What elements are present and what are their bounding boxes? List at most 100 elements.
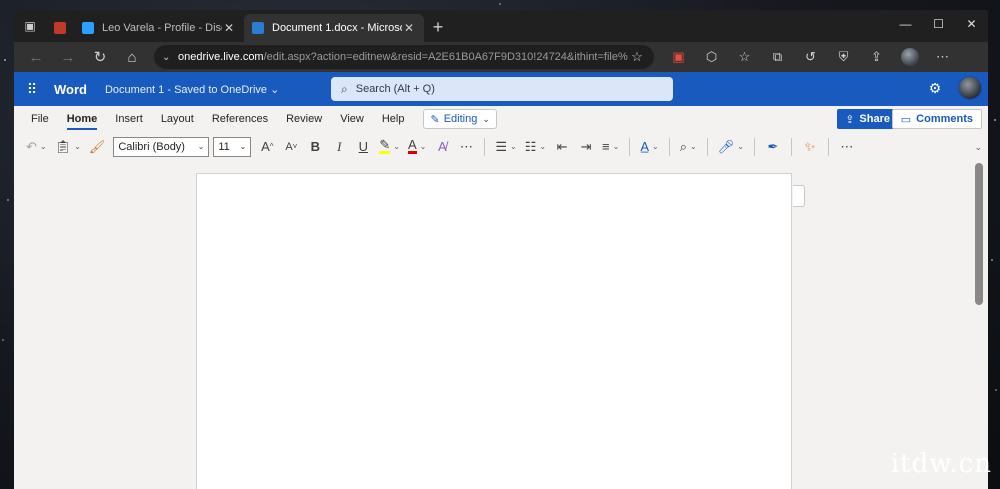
grow-font-icon[interactable]: A ^ — [255, 135, 279, 159]
more-font-options-icon[interactable]: ⋯ — [454, 135, 478, 159]
tab-view[interactable]: View — [331, 106, 373, 132]
chevron-down-icon: ⌄ — [482, 113, 490, 124]
add-favorite-icon[interactable]: ☆ — [628, 49, 646, 65]
editing-label: Editing — [443, 113, 478, 125]
share-page-icon[interactable]: ⇪ — [860, 44, 893, 70]
highlight-icon[interactable]: ✎ ⌄ — [375, 135, 404, 159]
minimize-button[interactable]: — — [889, 10, 922, 38]
window-controls: — ☐ ✕ — [889, 10, 988, 38]
pencil-icon: ✎ — [430, 113, 440, 126]
comments-label: Comments — [916, 113, 973, 125]
url-path: /edit.aspx?action=editnew&resid=A2E61B0A… — [263, 51, 628, 63]
extensions-icon[interactable]: ⬡ — [695, 44, 728, 70]
tab-disqus[interactable]: Leo Varela - Profile - Disqus ✕ — [74, 14, 244, 42]
vertical-scrollbar[interactable] — [972, 159, 986, 489]
font-color-icon[interactable]: A ⌄ — [404, 135, 430, 159]
divider — [753, 137, 755, 156]
divider — [706, 137, 708, 156]
tab-layout[interactable]: Layout — [152, 106, 203, 132]
increase-indent-icon[interactable]: ⇥ — [574, 135, 598, 159]
tab-references[interactable]: References — [203, 106, 277, 132]
divider — [484, 137, 486, 156]
refresh-icon[interactable]: ↻ — [84, 44, 116, 70]
editor-icon[interactable]: ✒ — [761, 135, 785, 159]
scrollbar-thumb[interactable] — [975, 163, 983, 305]
search-icon: ⌕ — [341, 81, 348, 96]
more-menu-icon[interactable]: ⋯ — [926, 44, 959, 70]
tab-pinned[interactable] — [46, 14, 74, 42]
font-size-select[interactable]: 11 ⌄ — [213, 136, 252, 157]
close-icon[interactable]: ✕ — [222, 21, 236, 35]
word-favicon-icon — [252, 22, 264, 34]
home-icon[interactable]: ⌂ — [116, 44, 148, 70]
dictate-microphone-icon[interactable]: 🎤︎ ⌄ — [714, 135, 748, 159]
tab-insert[interactable]: Insert — [106, 106, 152, 132]
tab-word-document[interactable]: Document 1.docx - Microsoft W ✕ — [244, 14, 424, 42]
avatar[interactable] — [958, 76, 982, 100]
browser-essentials-icon[interactable]: ⛨ — [827, 44, 860, 70]
favorites-icon[interactable]: ☆ — [728, 44, 761, 70]
search-placeholder: Search (Alt + Q) — [355, 83, 435, 95]
chevron-down-icon[interactable]: ⌄ — [162, 52, 178, 63]
editing-mode-button[interactable]: ✎ Editing ⌄ — [423, 109, 497, 129]
gear-icon[interactable]: ⚙ — [922, 80, 948, 97]
numbering-icon[interactable]: ☷ ⌄ — [521, 135, 550, 159]
history-icon[interactable]: ↺ — [794, 44, 827, 70]
office-extension-icon[interactable]: ▣ — [662, 44, 695, 70]
profile-avatar[interactable] — [893, 44, 926, 70]
format-painter-icon[interactable]: 🖌︎ — [85, 135, 110, 159]
document-canvas — [14, 159, 988, 489]
address-bar[interactable]: ⌄ onedrive.live.com/edit.aspx?action=edi… — [154, 45, 654, 69]
document-status-text: Document 1 - Saved to OneDrive — [104, 83, 268, 96]
bold-icon[interactable]: B — [303, 135, 327, 159]
back-arrow-icon[interactable]: ← — [20, 44, 52, 70]
chevron-down-icon: ⌄ — [239, 142, 247, 151]
more-options-icon[interactable]: ⋯ — [835, 135, 859, 159]
document-page[interactable] — [196, 173, 792, 489]
url-host: onedrive.live.com — [178, 51, 264, 63]
close-icon[interactable]: ✕ — [402, 21, 416, 35]
bullets-icon[interactable]: ☰ ⌄ — [491, 135, 520, 159]
designer-icon[interactable]: ✨︎ — [798, 135, 822, 159]
divider — [790, 137, 792, 156]
watermark-text: itdw.cn — [890, 449, 992, 479]
tab-review[interactable]: Review — [277, 106, 331, 132]
disqus-favicon-icon — [82, 22, 94, 34]
underline-icon[interactable]: U — [351, 135, 375, 159]
chevron-down-icon[interactable]: ⌄ — [974, 142, 982, 153]
italic-icon[interactable]: I — [327, 135, 351, 159]
new-tab-button[interactable]: + — [424, 13, 452, 41]
find-icon[interactable]: ⌕ ⌄ — [676, 135, 701, 159]
shrink-font-icon[interactable]: A ˅ — [279, 135, 303, 159]
share-icon: ⇪ — [845, 113, 855, 126]
document-status[interactable]: Document 1 - Saved to OneDrive ⌄ — [105, 83, 279, 96]
align-icon[interactable]: ≡ ⌄ — [598, 135, 623, 159]
tab-help[interactable]: Help — [373, 106, 414, 132]
margin-handle[interactable] — [793, 185, 805, 207]
close-window-button[interactable]: ✕ — [955, 10, 988, 38]
font-name-select[interactable]: Calibri (Body) ⌄ — [113, 136, 210, 157]
chevron-down-icon: ⌄ — [270, 83, 280, 96]
app-launcher-icon[interactable]: ⠿ — [14, 81, 50, 98]
pinned-tab-favicon-icon — [54, 22, 66, 34]
undo-icon[interactable]: ↶ ⌄ — [22, 135, 51, 159]
tab-home[interactable]: Home — [58, 106, 107, 132]
styles-icon[interactable]: A̲ ⌄ — [636, 135, 662, 159]
tab-actions-icon[interactable]: ▣ — [14, 10, 46, 42]
app-name[interactable]: Word — [54, 82, 87, 97]
clear-formatting-icon[interactable]: A̸ — [430, 135, 454, 159]
home-command-bar: ↶ ⌄ 📋︎ ⌄ 🖌︎ Calibri (Body) ⌄ 11 ⌄ A ^ A ˅ B … — [14, 132, 988, 162]
maximize-button[interactable]: ☐ — [922, 10, 955, 38]
comments-button[interactable]: ▭ Comments — [891, 109, 982, 129]
share-button[interactable]: ⇪ Share — [837, 109, 898, 129]
forward-arrow-icon[interactable]: → — [52, 44, 84, 70]
clipboard-icon[interactable]: 📋︎ ⌄ — [51, 135, 85, 159]
search-input[interactable]: ⌕ Search (Alt + Q) — [331, 77, 673, 101]
browser-window: ▣ Leo Varela - Profile - Disqus ✕ Docume… — [14, 10, 988, 489]
word-header-right: ⚙ — [922, 76, 982, 100]
tab-file[interactable]: File — [22, 106, 58, 132]
chevron-down-icon: ⌄ — [197, 142, 205, 151]
collections-icon[interactable]: ⧉ — [761, 44, 794, 70]
browser-toolbar: ▣ ⬡ ☆ ⧉ ↺ ⛨ ⇪ ⋯ — [662, 44, 959, 70]
decrease-indent-icon[interactable]: ⇤ — [550, 135, 574, 159]
